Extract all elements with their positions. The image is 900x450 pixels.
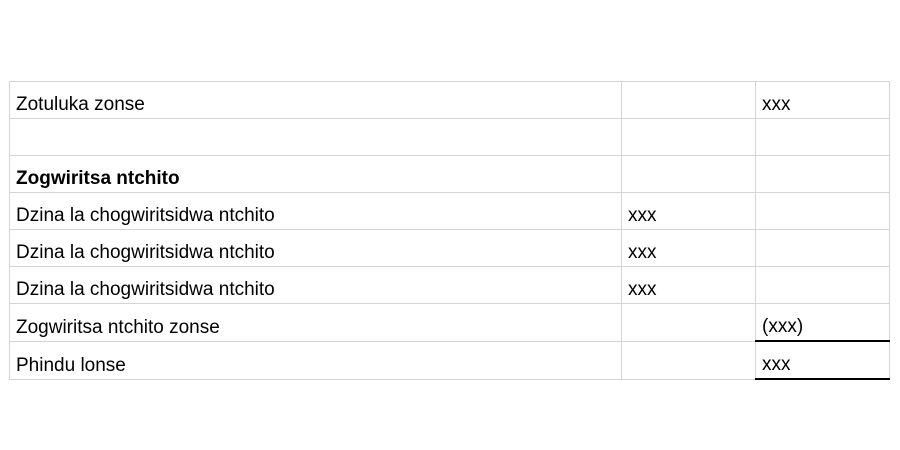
cell-value[interactable] [755,155,890,193]
cell-value[interactable]: xxx [621,266,756,304]
table-row: Dzina la chogwiritsidwa ntchito xxx [9,229,890,267]
cell-value[interactable] [755,229,890,267]
cell-label[interactable]: Dzina la chogwiritsidwa ntchito [9,192,622,230]
cell-label[interactable]: Zotuluka zonse [9,81,622,119]
cell-value[interactable]: xxx [755,340,890,380]
cell-label[interactable]: Phindu lonse [9,340,622,380]
table-row: Zotuluka zonse xxx [9,81,890,119]
cell-value[interactable]: xxx [621,192,756,230]
section-heading-cell[interactable]: Zogwiritsa ntchito [9,155,622,193]
cell-value[interactable] [621,303,756,342]
cell-value[interactable] [755,266,890,304]
cell-value[interactable]: xxx [621,229,756,267]
cell-value[interactable] [755,192,890,230]
table-row [9,118,890,156]
cell-value[interactable]: (xxx) [755,303,890,342]
table-row: Phindu lonse xxx [9,340,890,380]
cell-label[interactable]: Zogwiritsa ntchito zonse [9,303,622,342]
cell-label[interactable]: Dzina la chogwiritsidwa ntchito [9,229,622,267]
table-row: Dzina la chogwiritsidwa ntchito xxx [9,266,890,304]
cell-value[interactable]: xxx [755,81,890,119]
cell-label[interactable] [9,118,622,156]
spreadsheet-table: Zotuluka zonse xxx Zogwiritsa ntchito Dz… [9,81,890,380]
cell-value[interactable] [621,155,756,193]
table-row: Dzina la chogwiritsidwa ntchito xxx [9,192,890,230]
cell-value[interactable] [621,340,756,380]
cell-value[interactable] [755,118,890,156]
cell-label[interactable]: Dzina la chogwiritsidwa ntchito [9,266,622,304]
cell-value[interactable] [621,81,756,119]
cell-value[interactable] [621,118,756,156]
table-row: Zogwiritsa ntchito [9,155,890,193]
table-row: Zogwiritsa ntchito zonse (xxx) [9,303,890,342]
